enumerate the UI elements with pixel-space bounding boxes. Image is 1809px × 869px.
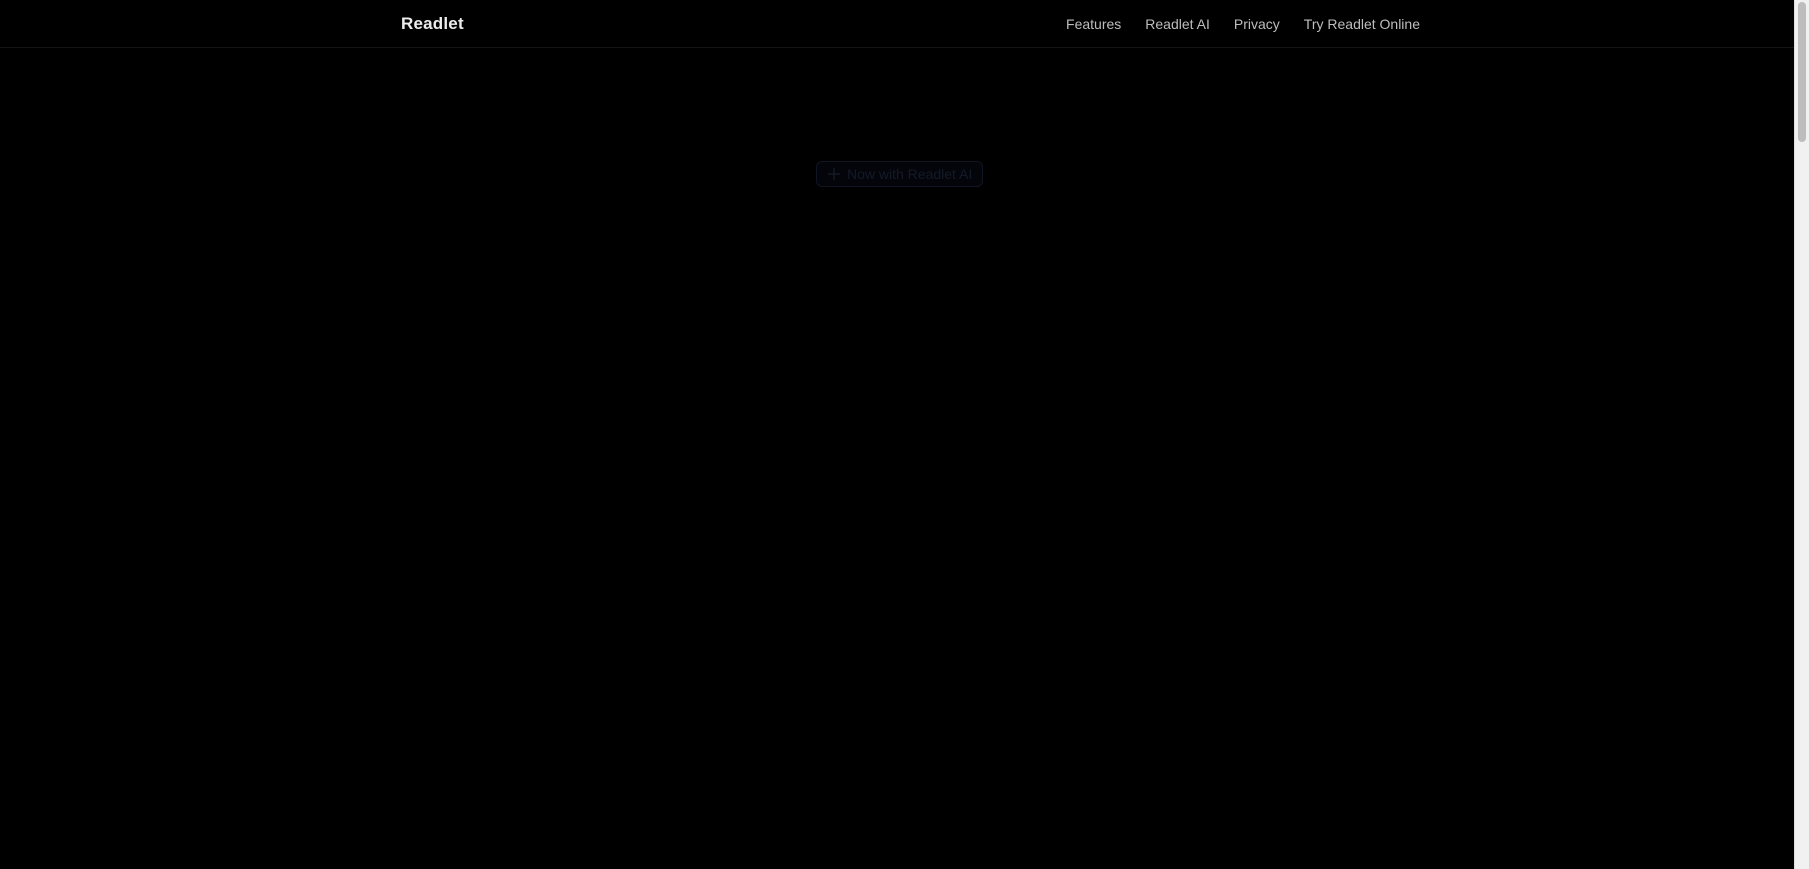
nav-link-readlet-ai[interactable]: Readlet AI xyxy=(1145,14,1210,34)
top-navigation-bar: Readlet Features Readlet AI Privacy Try … xyxy=(0,0,1794,48)
nav-link-features[interactable]: Features xyxy=(1066,14,1121,34)
announcement-badge-label: Now with Readlet AI xyxy=(847,166,973,182)
scrollbar-thumb[interactable] xyxy=(1798,2,1806,142)
brand-logo-text[interactable]: Readlet xyxy=(401,13,464,35)
main-nav: Features Readlet AI Privacy Try Readlet … xyxy=(1066,14,1420,34)
nav-link-try-readlet-online[interactable]: Try Readlet Online xyxy=(1304,14,1420,34)
plus-icon xyxy=(827,167,841,181)
viewport: Readlet Features Readlet AI Privacy Try … xyxy=(0,0,1794,869)
vertical-scrollbar[interactable] xyxy=(1794,0,1809,869)
announcement-badge[interactable]: Now with Readlet AI xyxy=(816,161,984,187)
nav-link-privacy[interactable]: Privacy xyxy=(1234,14,1280,34)
page: Readlet Features Readlet AI Privacy Try … xyxy=(0,0,1809,869)
